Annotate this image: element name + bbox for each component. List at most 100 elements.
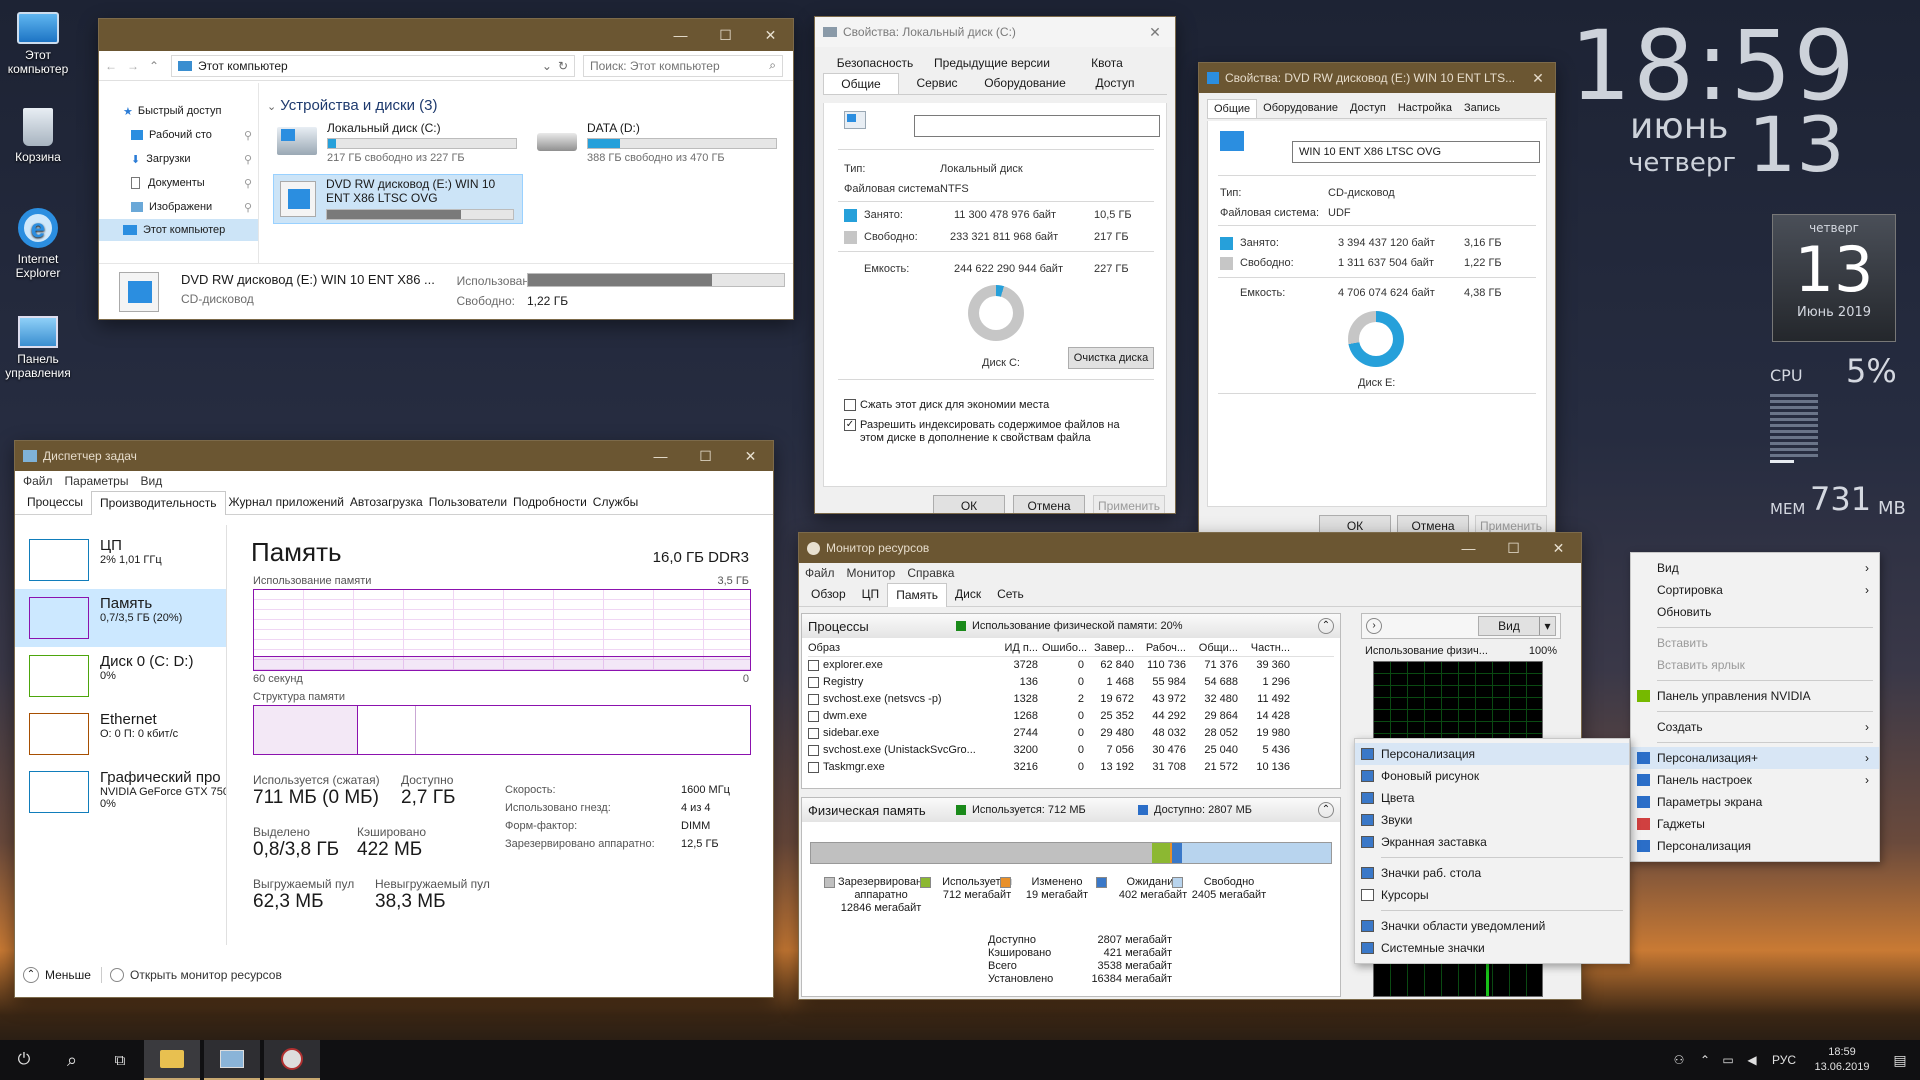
tab-general[interactable]: Общие (823, 73, 899, 94)
minimize-button[interactable]: — (658, 20, 703, 50)
tab-details[interactable]: Подробности (510, 491, 590, 514)
collapse-icon[interactable]: ⌃ (1318, 802, 1334, 818)
network-icon[interactable]: ▭ (1716, 1053, 1740, 1067)
cancel-button[interactable]: Отмена (1013, 495, 1085, 513)
maximize-button[interactable]: ☐ (1491, 533, 1536, 563)
table-row[interactable]: Taskmgr.exe 3216 0 13 192 31 708 21 572 10 136 (808, 759, 1334, 776)
column-header[interactable]: Общи... (1190, 640, 1242, 656)
tab-startup[interactable]: Автозагрузка (347, 491, 426, 514)
submenu-item[interactable]: Цвета (1355, 787, 1629, 809)
menu-help[interactable]: Справка (907, 566, 954, 580)
checkbox-box[interactable] (808, 727, 819, 739)
checkbox-box[interactable] (808, 710, 819, 722)
keyboard-language[interactable]: РУС (1764, 1053, 1804, 1067)
checkbox-box[interactable] (808, 693, 819, 705)
index-checkbox[interactable]: ✓ Разрешить индексировать содержимое файл… (844, 419, 1144, 445)
table-row[interactable]: sidebar.exe 2744 0 29 480 48 032 28 052 19 980 (808, 725, 1334, 742)
nav-item-downloads[interactable]: ⬇ Загрузки ⚲ (99, 147, 258, 171)
drive-tile-d[interactable]: DATA (D:) 388 ГБ свободно из 470 ГБ (537, 119, 787, 165)
expand-icon[interactable]: › (1366, 618, 1382, 634)
maximize-button[interactable]: ☐ (703, 20, 748, 50)
tab-sharing[interactable]: Доступ (1344, 99, 1392, 118)
column-header[interactable]: Завер... (1088, 640, 1138, 656)
perf-cat-gpu[interactable]: Графический про NVIDIA GeForce GTX 750 0% (15, 763, 226, 827)
close-button[interactable]: ✕ (1536, 533, 1581, 563)
column-header[interactable]: Рабоч... (1138, 640, 1190, 656)
minimize-button[interactable]: — (638, 441, 683, 471)
menu-file[interactable]: Файл (23, 474, 53, 488)
close-button[interactable]: ✕ (728, 441, 773, 471)
context-menu-item[interactable]: Параметры экрана (1631, 791, 1879, 813)
volume-label-input[interactable]: WIN 10 ENT X86 LTSC OVG (1292, 141, 1540, 163)
nav-item-this-pc[interactable]: Этот компьютер (99, 219, 258, 241)
close-button[interactable]: ✕ (1521, 70, 1555, 87)
chevron-up-icon[interactable]: ⌃ (1694, 1053, 1716, 1067)
submenu-item[interactable]: Значки области уведомлений (1355, 915, 1629, 937)
nav-item-pictures[interactable]: Изображени ⚲ (99, 195, 258, 219)
close-button[interactable]: ✕ (748, 20, 793, 50)
taskbar-resource-monitor-button[interactable] (264, 1040, 320, 1080)
submenu-item[interactable]: Значки раб. стола (1355, 862, 1629, 884)
taskbar-task-manager-button[interactable] (204, 1040, 260, 1080)
tab-users[interactable]: Пользователи (426, 491, 510, 514)
submenu-item[interactable]: Экранная заставка (1355, 831, 1629, 853)
drives-section-title[interactable]: ⌄ Устройства и диски (3) (267, 97, 437, 114)
table-row[interactable]: svchost.exe (netsvcs -p) 1328 2 19 672 43 97… (808, 691, 1334, 708)
desktop-icon-this-pc[interactable]: Этот компьютер (0, 8, 78, 76)
compress-checkbox[interactable]: Сжать этот диск для экономии места (844, 399, 1049, 412)
open-resource-monitor-link[interactable]: Открыть монитор ресурсов (130, 968, 282, 982)
menu-monitor[interactable]: Монитор (847, 566, 896, 580)
nav-item-quick-access[interactable]: ★ Быстрый доступ (99, 99, 258, 123)
search-input[interactable] (590, 58, 770, 73)
column-header[interactable]: Ошибо... (1042, 640, 1088, 656)
context-menu-item[interactable]: Панель настроек › (1631, 769, 1879, 791)
fewer-details-link[interactable]: Меньше (45, 968, 91, 982)
tab-cpu[interactable]: ЦП (854, 583, 888, 606)
tab-performance[interactable]: Производительность (91, 491, 226, 515)
context-menu-item[interactable]: Персонализация (1631, 835, 1879, 857)
minimize-button[interactable]: — (1446, 533, 1491, 563)
tab-network[interactable]: Сеть (989, 583, 1032, 606)
table-row[interactable]: svchost.exe (UnistackSvcGro... 3200 0 7 056… (808, 742, 1334, 759)
apply-button[interactable]: Применить (1093, 495, 1165, 513)
perf-cat-memory[interactable]: Память 0,7/3,5 ГБ (20%) (15, 589, 226, 647)
drive-tile-e[interactable]: DVD RW дисковод (E:) WIN 10 ENT X86 LTSC… (273, 174, 523, 224)
context-menu-item[interactable]: Создать › (1631, 716, 1879, 738)
table-row[interactable]: Registry 136 0 1 468 55 984 54 688 1 296 (808, 674, 1334, 691)
drive-name-input[interactable] (914, 115, 1160, 137)
tab-general[interactable]: Общие (1207, 99, 1258, 118)
table-row[interactable]: dwm.exe 1268 0 25 352 44 292 29 864 14 428 (808, 708, 1334, 725)
address-bar[interactable]: Этот компьютер ⌄ ↻ (171, 54, 575, 77)
checkbox-box[interactable] (808, 676, 819, 688)
physical-memory-header[interactable]: Физическая память Используется: 712 МБ Д… (802, 798, 1340, 822)
tab-customize[interactable]: Настройка (1392, 99, 1458, 118)
menu-view[interactable]: Вид (140, 474, 162, 488)
context-menu-item[interactable]: Гаджеты (1631, 813, 1879, 835)
tab-tools[interactable]: Сервис (899, 73, 975, 94)
nav-item-documents[interactable]: Документы ⚲ (99, 171, 258, 195)
up-arrow-icon[interactable]: ⌃ (149, 59, 171, 73)
desktop-icon-control-panel[interactable]: Панель управления (0, 316, 78, 380)
speaker-icon[interactable]: ◀ (1740, 1053, 1764, 1067)
tab-memory[interactable]: Память (887, 583, 947, 607)
column-header[interactable]: Частн... (1242, 640, 1294, 656)
drive-tile-c[interactable]: Локальный диск (C:) 217 ГБ свободно из 2… (277, 119, 527, 165)
close-button[interactable]: ✕ (1135, 24, 1175, 41)
checkbox-box[interactable]: ✓ (844, 419, 856, 431)
tab-services[interactable]: Службы (590, 491, 641, 514)
menu-file[interactable]: Файл (805, 566, 835, 580)
ok-button[interactable]: ОК (933, 495, 1005, 513)
chevron-up-icon[interactable]: ⌃ (23, 967, 39, 983)
tab-recording[interactable]: Запись (1458, 99, 1506, 118)
tab-processes[interactable]: Процессы (19, 491, 91, 514)
tab-disk[interactable]: Диск (947, 583, 989, 606)
tab-quota[interactable]: Квота (1057, 53, 1157, 73)
checkbox-box[interactable] (808, 744, 819, 756)
perf-cat-disk[interactable]: Диск 0 (C: D:) 0% (15, 647, 226, 705)
tab-hardware[interactable]: Оборудование (975, 73, 1075, 94)
tab-security[interactable]: Безопасность (823, 53, 927, 73)
search-box[interactable]: ⌕ (583, 54, 783, 77)
tab-app-history[interactable]: Журнал приложений (226, 491, 347, 514)
submenu-item[interactable]: Системные значки (1355, 937, 1629, 959)
context-menu-item[interactable]: Вставить (1631, 632, 1879, 654)
